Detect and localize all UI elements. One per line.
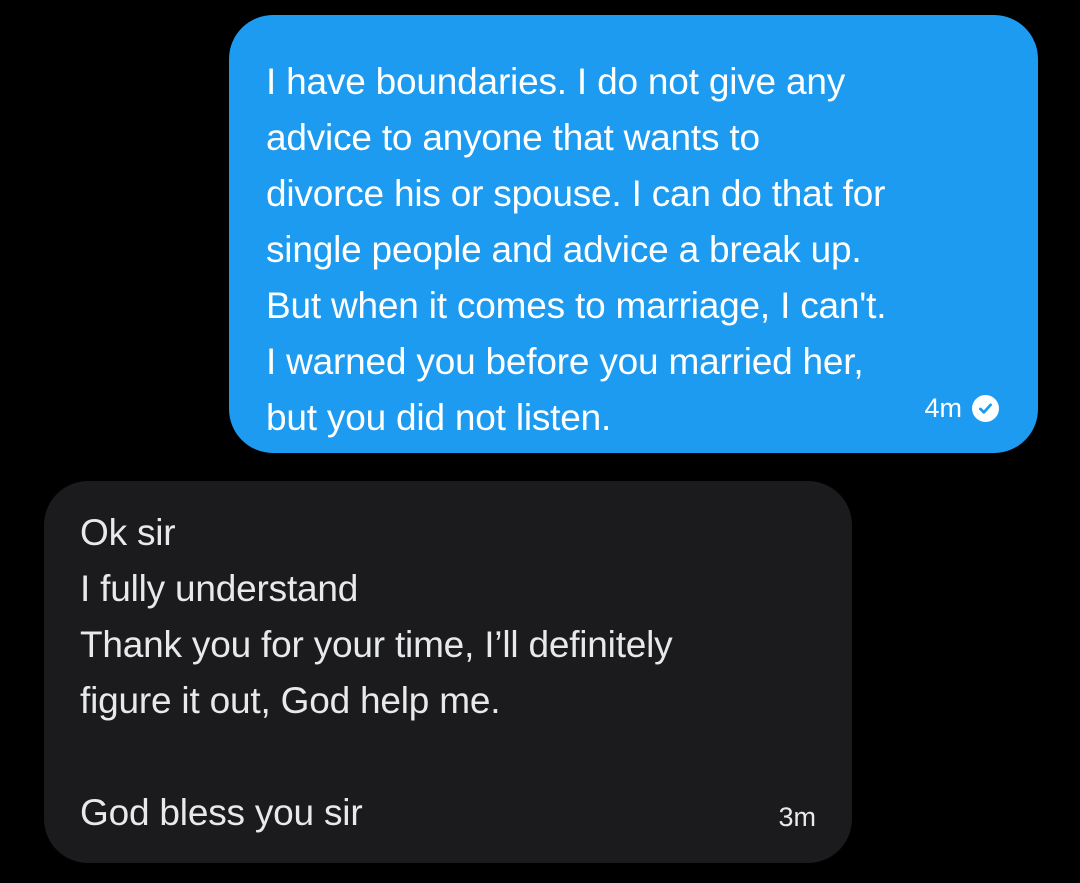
- message-timestamp: 4m: [924, 393, 962, 423]
- message-text-line: Ok sir: [80, 512, 176, 553]
- sent-message-bubble[interactable]: I have boundaries. I do not give any adv…: [229, 15, 1038, 453]
- message-text-line: figure it out, God help me.: [80, 680, 501, 721]
- message-text-line: God bless you sir: [80, 792, 363, 833]
- message-text-line: single people and advice a break up.: [266, 229, 862, 270]
- message-timestamp: 3m: [778, 802, 816, 832]
- read-check-icon: [972, 394, 999, 422]
- received-message-bubble[interactable]: Ok sir I fully understand Thank you for …: [44, 481, 852, 863]
- message-text-line: I have boundaries. I do not give any: [266, 61, 846, 102]
- message-text-line: Thank you for your time, I’ll definitely: [80, 624, 673, 665]
- message-text-line: divorce his or spouse. I can do that for: [266, 173, 886, 214]
- message-text-line: I warned you before you married her,: [266, 341, 864, 382]
- message-meta: 3m: [778, 802, 816, 832]
- message-text-line: but you did not listen.: [266, 397, 612, 438]
- message-meta: 4m: [924, 393, 999, 423]
- message-text-line: I fully understand: [80, 568, 359, 609]
- message-text-line: advice to anyone that wants to: [266, 117, 760, 158]
- message-text-line: But when it comes to marriage, I can't.: [266, 285, 887, 326]
